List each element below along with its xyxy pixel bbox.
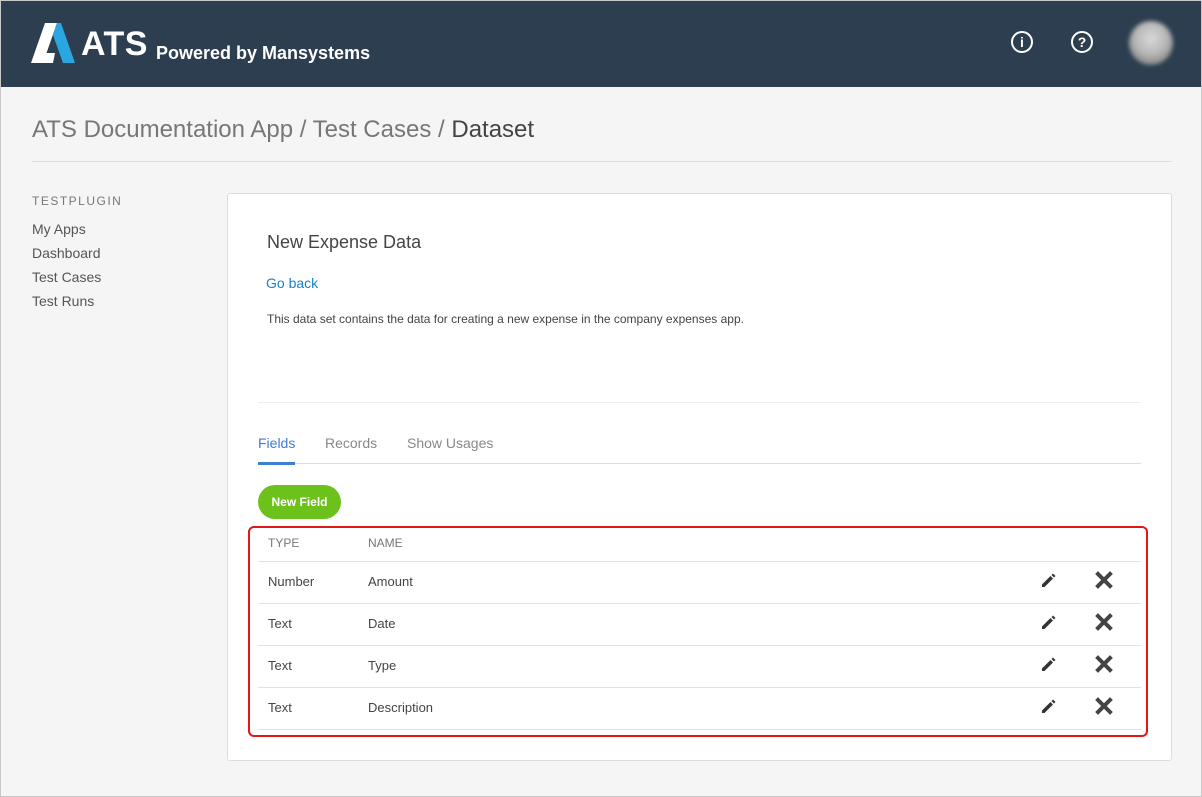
pencil-icon[interactable] (1039, 612, 1059, 632)
cell-name: Description (368, 700, 434, 715)
row-divider (258, 603, 1141, 604)
row-divider (258, 561, 1141, 562)
cell-type: Text (268, 658, 292, 673)
sidebar-item-test-cases[interactable]: Test Cases (32, 269, 101, 285)
breadcrumb-section[interactable]: Test Cases (313, 116, 432, 143)
sidebar-item-test-runs[interactable]: Test Runs (32, 293, 94, 309)
tab-records[interactable]: Records (325, 435, 377, 451)
row-divider (258, 729, 1141, 730)
avatar[interactable] (1129, 21, 1173, 65)
cell-name: Type (368, 658, 397, 673)
pencil-icon[interactable] (1039, 570, 1059, 590)
info-circle-icon[interactable]: i (1011, 31, 1033, 53)
breadcrumb-current: Dataset (451, 116, 535, 143)
active-tab-indicator (258, 462, 295, 465)
breadcrumb-app[interactable]: ATS Documentation App (32, 116, 293, 143)
cell-type: Number (268, 574, 315, 589)
ats-logo-icon[interactable] (31, 23, 75, 63)
close-icon[interactable] (1094, 696, 1114, 716)
top-header: ATS Powered by Mansystems i ? (1, 1, 1201, 87)
cell-name: Amount (368, 574, 413, 589)
dataset-card: New Expense Data Go back This data set c… (227, 193, 1172, 761)
go-back-link[interactable]: Go back (266, 275, 318, 291)
tabs-baseline (258, 463, 1141, 464)
column-header-type: TYPE (268, 536, 300, 550)
tab-fields[interactable]: Fields (258, 435, 295, 451)
column-header-name: NAME (368, 536, 403, 550)
cell-type: Text (268, 700, 292, 715)
brand-tagline: Powered by Mansystems (156, 43, 371, 63)
question-circle-icon[interactable]: ? (1071, 31, 1093, 53)
close-icon[interactable] (1094, 612, 1114, 632)
divider (32, 161, 1172, 162)
breadcrumb-separator: / (293, 116, 313, 143)
brand-name: ATS (81, 25, 148, 63)
row-divider (258, 687, 1141, 688)
pencil-icon[interactable] (1039, 696, 1059, 716)
close-icon[interactable] (1094, 570, 1114, 590)
info-glyph: i (1020, 34, 1024, 50)
dataset-description: This data set contains the data for crea… (267, 312, 744, 326)
tab-show-usages[interactable]: Show Usages (407, 435, 493, 451)
new-field-button[interactable]: New Field (258, 485, 341, 519)
help-glyph: ? (1077, 34, 1087, 50)
sidebar-item-dashboard[interactable]: Dashboard (32, 245, 101, 261)
divider (258, 402, 1141, 403)
close-icon[interactable] (1094, 654, 1114, 674)
cell-name: Date (368, 616, 396, 631)
breadcrumb-separator: / (431, 116, 452, 143)
cell-type: Text (268, 616, 292, 631)
sidebar-title: TESTPLUGIN (32, 194, 123, 208)
row-divider (258, 645, 1141, 646)
sidebar-item-my-apps[interactable]: My Apps (32, 221, 86, 237)
breadcrumb: ATS Documentation App / Test Cases / Dat… (32, 116, 534, 144)
pencil-icon[interactable] (1039, 654, 1059, 674)
dataset-title: New Expense Data (267, 232, 422, 252)
